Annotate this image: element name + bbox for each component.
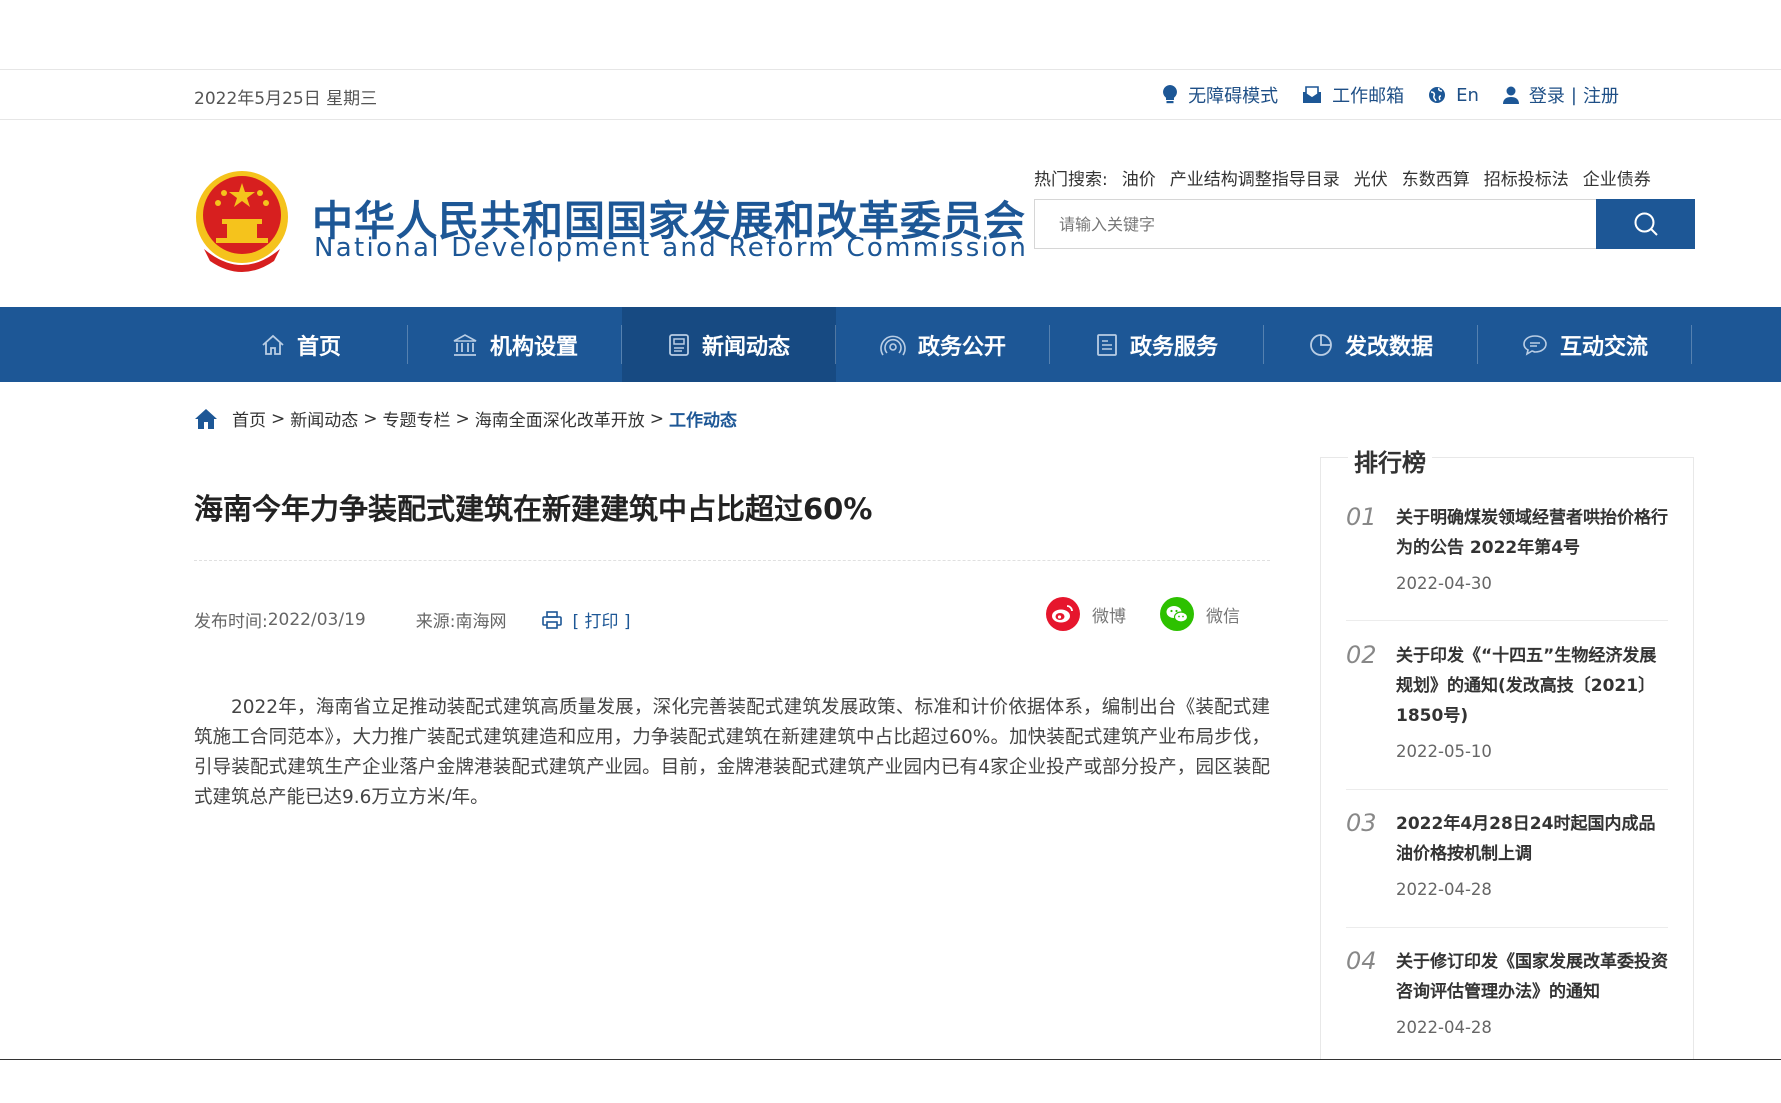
rank-number: 03 <box>1346 809 1377 837</box>
breadcrumb-item[interactable]: 专题专栏 <box>383 406 451 431</box>
hot-search-label: 热门搜索: <box>1034 170 1108 190</box>
national-emblem-icon[interactable] <box>194 171 290 273</box>
hot-keyword[interactable]: 油价 <box>1122 165 1156 190</box>
nav-item-gov-affairs[interactable]: 政务公开 <box>836 307 1050 382</box>
rank-date: 2022-04-28 <box>1396 1018 1492 1037</box>
work-mailbox-link[interactable]: 工作邮箱 <box>1302 82 1404 108</box>
search-input[interactable] <box>1035 200 1596 248</box>
ranking-divider <box>1346 789 1668 790</box>
print-button[interactable]: [ 打印 ] <box>542 607 631 632</box>
lightbulb-icon <box>1163 85 1178 104</box>
publish-label: 发布时间: <box>194 612 268 632</box>
breadcrumb: 首页 > 新闻动态 > 专题专栏 > 海南全面深化改革开放 > 工作动态 <box>194 406 737 431</box>
hot-keyword[interactable]: 招标投标法 <box>1484 165 1569 190</box>
rank-date: 2022-04-30 <box>1396 574 1492 593</box>
institution-icon <box>453 333 477 356</box>
document-icon <box>1097 333 1117 356</box>
search-box <box>1034 199 1596 249</box>
ranking-title: 排行榜 <box>1348 443 1432 478</box>
rank-title[interactable]: 关于修订印发《国家发展改革委投资咨询评估管理办法》的通知 <box>1396 947 1668 1007</box>
wechat-icon <box>1160 597 1194 631</box>
accessibility-link[interactable]: 无障碍模式 <box>1162 82 1278 108</box>
hot-keyword[interactable]: 产业结构调整指导目录 <box>1170 165 1340 190</box>
home-icon <box>195 408 217 429</box>
rank-number: 02 <box>1346 641 1377 669</box>
main-nav: 首页 机构设置 新闻动态 政务公开 政务服务 发改数据 互动交流 <box>0 307 1781 382</box>
nav-item-home[interactable]: 首页 <box>194 307 408 382</box>
hot-keyword[interactable]: 企业债券 <box>1583 165 1651 190</box>
ranking-divider <box>1346 620 1668 621</box>
article-meta: 发布时间: 2022/03/19 来源: 南海网 [ 打印 ] <box>194 607 631 633</box>
rank-title[interactable]: 关于明确煤炭领域经营者哄抬价格行为的公告 2022年第4号 <box>1396 503 1668 563</box>
share-weibo-button[interactable]: 微博 <box>1046 597 1126 631</box>
source-label: 来源: <box>415 612 456 632</box>
top-bar: 2022年5月25日 星期三 无障碍模式 工作邮箱 En 登录 | 注册 <box>0 69 1781 120</box>
nav-item-gov-services[interactable]: 政务服务 <box>1050 307 1264 382</box>
source-name: 南海网 <box>455 612 507 632</box>
breadcrumb-separator: > <box>363 408 378 429</box>
share-wechat-button[interactable]: 微信 <box>1160 597 1240 631</box>
user-icon <box>1502 86 1519 104</box>
breadcrumb-current[interactable]: 工作动态 <box>669 406 737 431</box>
hot-search: 热门搜索: 油价 产业结构调整指导目录 光伏 东数西算 招标投标法 企业债券 <box>1034 165 1651 190</box>
weibo-icon <box>1046 597 1080 631</box>
login-divider: | <box>1570 84 1577 106</box>
nav-item-interaction[interactable]: 互动交流 <box>1478 307 1692 382</box>
ranking-divider <box>1346 927 1668 928</box>
login-link[interactable]: 登录 <box>1529 82 1565 108</box>
site-header: 中华人民共和国国家发展和改革委员会 National Development a… <box>0 121 1781 307</box>
rank-number: 01 <box>1346 503 1377 531</box>
hot-keyword[interactable]: 光伏 <box>1354 165 1388 190</box>
title-divider <box>194 560 1270 561</box>
chat-icon <box>1523 334 1547 356</box>
org-name-en[interactable]: National Development and Reform Commissi… <box>314 233 1028 263</box>
nav-item-news[interactable]: 新闻动态 <box>622 307 836 382</box>
rank-number: 04 <box>1346 947 1377 975</box>
breadcrumb-separator: > <box>455 408 470 429</box>
globe-icon <box>1429 87 1446 103</box>
broadcast-icon <box>880 335 906 355</box>
rank-date: 2022-04-28 <box>1396 880 1492 899</box>
register-link[interactable]: 注册 <box>1583 82 1619 108</box>
nav-item-data[interactable]: 发改数据 <box>1264 307 1478 382</box>
breadcrumb-separator: > <box>271 408 286 429</box>
search-icon <box>1634 212 1658 236</box>
rank-date: 2022-05-10 <box>1396 742 1492 761</box>
article-body: 2022年，海南省立足推动装配式建筑高质量发展，深化完善装配式建筑发展政策、标准… <box>194 697 1270 808</box>
english-link[interactable]: En <box>1428 85 1479 106</box>
breadcrumb-separator: > <box>649 408 664 429</box>
breadcrumb-item[interactable]: 新闻动态 <box>290 406 358 431</box>
printer-icon <box>542 610 563 629</box>
mail-icon <box>1303 86 1322 103</box>
rank-title[interactable]: 关于印发《“十四五”生物经济发展规划》的通知(发改高技〔2021〕1850号) <box>1396 641 1668 731</box>
share-bar: 微博 微信 <box>1046 597 1274 631</box>
breadcrumb-item[interactable]: 首页 <box>232 406 266 431</box>
current-date: 2022年5月25日 星期三 <box>194 89 378 109</box>
hot-keyword[interactable]: 东数西算 <box>1402 165 1470 190</box>
home-icon <box>262 334 284 355</box>
rank-title[interactable]: 2022年4月28日24时起国内成品油价格按机制上调 <box>1396 809 1668 869</box>
login-register: 登录 | 注册 <box>1502 82 1619 108</box>
breadcrumb-item[interactable]: 海南全面深化改革开放 <box>475 406 645 431</box>
article-title: 海南今年力争装配式建筑在新建建筑中占比超过60% <box>194 492 873 526</box>
publish-date: 2022/03/19 <box>267 609 366 630</box>
search-button[interactable] <box>1596 199 1695 249</box>
newspaper-icon <box>669 333 689 356</box>
nav-item-organization[interactable]: 机构设置 <box>408 307 622 382</box>
pie-chart-icon <box>1310 333 1332 356</box>
top-links: 无障碍模式 工作邮箱 En 登录 | 注册 <box>1138 82 1619 108</box>
page-bottom-border <box>0 1059 1781 1060</box>
